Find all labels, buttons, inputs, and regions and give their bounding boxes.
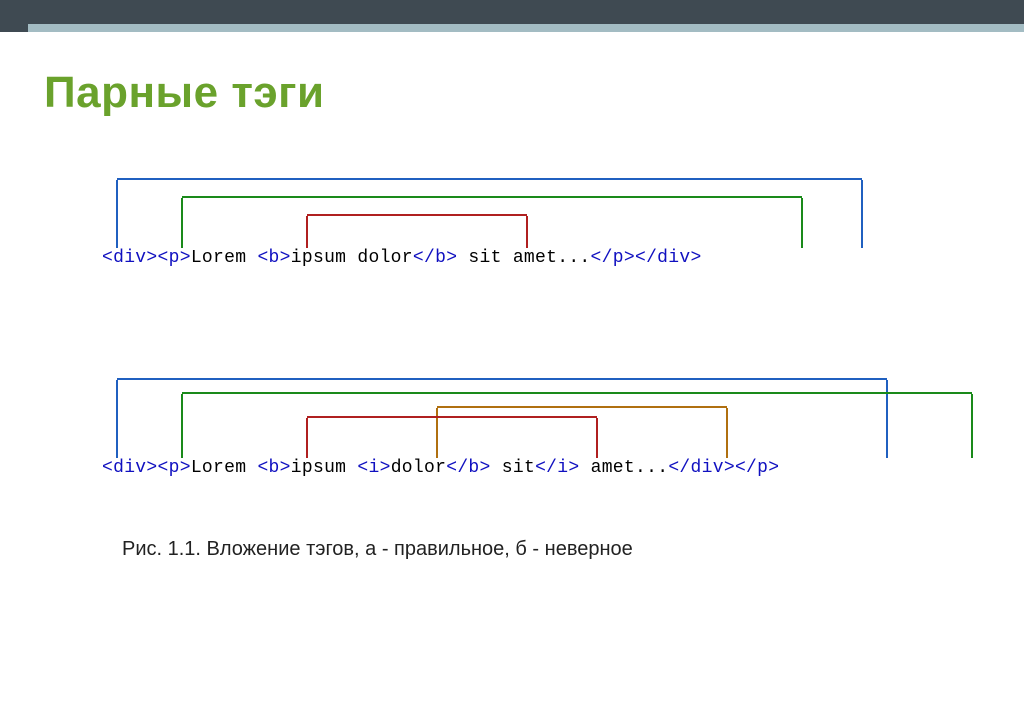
title-bar (0, 0, 1024, 24)
tag-div-close: </div> (668, 458, 735, 478)
figure-caption: Рис. 1.1. Вложение тэгов, а - правильное… (122, 538, 1012, 561)
bracket-b (307, 214, 527, 216)
text-sit: sit (491, 458, 535, 478)
bracket-b (307, 416, 597, 418)
tag-p-close: </p> (591, 248, 635, 268)
bracket-div (117, 178, 862, 180)
text-lorem: Lorem (191, 248, 258, 268)
text-sit-amet: sit amet... (457, 248, 590, 268)
tag-p-close: </p> (735, 458, 779, 478)
bracket-div (117, 378, 887, 380)
brackets-incorrect (102, 378, 932, 458)
bracket-p (182, 196, 802, 198)
tag-div-open: <div> (102, 458, 158, 478)
diagram-correct: <div><p>Lorem <b>ipsum dolor</b> sit ame… (102, 178, 932, 268)
tag-i-open: <i> (357, 458, 390, 478)
tag-b-open: <b> (257, 458, 290, 478)
brackets-correct (102, 178, 932, 248)
tag-b-close: </b> (413, 248, 457, 268)
text-ipsum: ipsum (291, 458, 358, 478)
text-dolor: dolor (391, 458, 447, 478)
text-amet: amet... (579, 458, 668, 478)
tag-p-open: <p> (158, 458, 191, 478)
tag-div-open: <div> (102, 248, 158, 268)
text-ipsum-dolor: ipsum dolor (291, 248, 413, 268)
text-lorem: Lorem (191, 458, 258, 478)
bracket-p (182, 392, 972, 394)
code-line-2: <div><p>Lorem <b>ipsum <i>dolor</b> sit<… (102, 458, 932, 478)
tag-i-close: </i> (535, 458, 579, 478)
tag-p-open: <p> (158, 248, 191, 268)
page-title: Парные тэги (44, 68, 1012, 118)
slide-body: Парные тэги <div><p>Lorem <b>ipsum dolor… (12, 40, 1012, 698)
diagram-incorrect: <div><p>Lorem <b>ipsum <i>dolor</b> sit<… (102, 378, 932, 478)
bracket-i (437, 406, 727, 408)
tag-b-open: <b> (257, 248, 290, 268)
tag-b-close: </b> (446, 458, 490, 478)
tag-div-close: </div> (635, 248, 702, 268)
code-line-1: <div><p>Lorem <b>ipsum dolor</b> sit ame… (102, 248, 932, 268)
title-accent (0, 24, 1024, 32)
